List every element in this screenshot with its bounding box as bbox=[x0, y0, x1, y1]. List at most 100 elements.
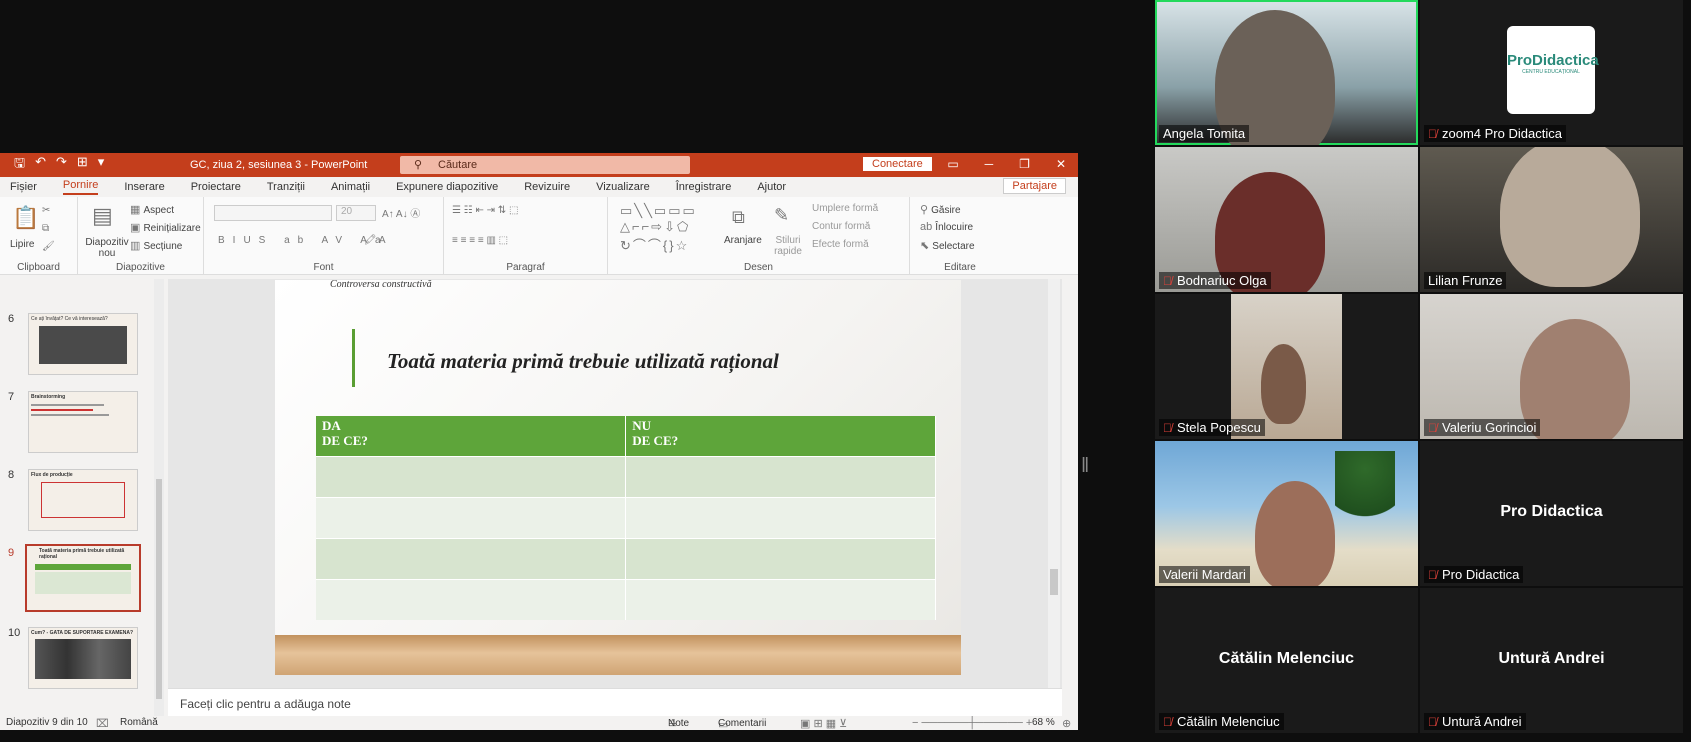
find-button[interactable]: ⚲ Găsire bbox=[920, 203, 961, 216]
cut-icon[interactable]: ✂ bbox=[42, 205, 50, 216]
quick-styles-button[interactable]: Stiluri rapide bbox=[770, 235, 806, 257]
search-box[interactable]: ⚲ Căutare bbox=[400, 156, 690, 174]
thumbnail-slide-10[interactable]: 10 Cum? - GATA DE SUPORTARE EXAMENA? bbox=[0, 627, 150, 695]
shape-fill-button[interactable]: Umplere formă bbox=[812, 203, 878, 214]
notes-pane[interactable]: Faceți clic pentru a adăuga note bbox=[168, 688, 1062, 716]
video-tile-angela-tomita[interactable]: Angela Tomita bbox=[1155, 0, 1418, 145]
participant-name: Angela Tomita bbox=[1159, 125, 1250, 142]
layout-button[interactable]: ▦ Aspect bbox=[130, 203, 174, 216]
canvas-scroll-thumb[interactable] bbox=[1050, 569, 1058, 595]
font-name-combo[interactable] bbox=[214, 205, 332, 221]
format-painter-icon[interactable]: 🖌 bbox=[42, 241, 55, 252]
quick-styles-icon[interactable]: ✎ bbox=[774, 205, 789, 226]
video-tile-pro-didactica[interactable]: Pro Didactica 🎙̸ Pro Didactica bbox=[1420, 441, 1683, 586]
table-cell[interactable] bbox=[316, 455, 627, 497]
thumbnail-slide-9[interactable]: 9 Toată materia primă trebuie utilizată … bbox=[0, 544, 150, 615]
participant-video bbox=[1255, 481, 1335, 586]
arrange-icon[interactable]: ⧉ bbox=[732, 207, 745, 228]
ribbon-display-icon[interactable]: ▭ bbox=[947, 157, 958, 171]
table-cell[interactable] bbox=[625, 537, 936, 579]
video-tile-valeriu-gorincioi[interactable]: 🎙̸ Valeriu Gorincioi bbox=[1420, 294, 1683, 439]
paste-icon[interactable]: 📋 bbox=[12, 205, 39, 231]
drawing-group: ▭╲╲▭▭▭ △⌐⌐⇨⇩⬠ ↻⌒⌒{}☆ ⧉ Aranjare ✎ Stiluri … bbox=[608, 197, 910, 275]
participant-display-name: Cătălin Melenciuc bbox=[1218, 650, 1355, 667]
video-tile-zoom4[interactable]: ProDidactica CENTRU EDUCAȚIONAL 🎙̸ zoom4 … bbox=[1420, 0, 1683, 145]
participant-name: 🎙̸ Bodnariuc Olga bbox=[1159, 272, 1271, 289]
font-size-combo[interactable]: 20 bbox=[336, 205, 376, 221]
new-slide-button[interactable]: Diapozitiv nou bbox=[82, 237, 132, 259]
font-color-icon[interactable]: 🖍 A bbox=[364, 235, 386, 246]
video-tile-valerii-mardari[interactable]: Valerii Mardari bbox=[1155, 441, 1418, 586]
tab-home[interactable]: Pornire bbox=[62, 179, 99, 195]
tab-slideshow[interactable]: Expunere diapozitive bbox=[396, 181, 498, 193]
reset-button[interactable]: ▣ Reinițializare bbox=[130, 221, 201, 234]
align-icon[interactable]: ≡ ≡ ≡ ≡ ▥ ⬚ bbox=[452, 235, 508, 246]
share-button[interactable]: Partajare bbox=[1003, 178, 1066, 194]
language-indicator[interactable]: Română bbox=[120, 717, 158, 728]
redo-icon[interactable]: ↷ bbox=[56, 154, 67, 176]
close-icon[interactable]: ✕ bbox=[1056, 157, 1066, 171]
arrange-button[interactable]: Aranjare bbox=[724, 235, 762, 246]
tab-record[interactable]: Înregistrare bbox=[676, 181, 732, 193]
shape-effects-button[interactable]: Efecte formă bbox=[812, 239, 869, 250]
connect-button[interactable]: Conectare bbox=[863, 157, 932, 171]
select-button[interactable]: ⬉ Selectare bbox=[920, 239, 975, 252]
shape-outline-button[interactable]: Contur formă bbox=[812, 221, 870, 232]
slides-group: ▤ Diapozitiv nou ▦ Aspect ▣ Reinițializa… bbox=[78, 197, 204, 275]
undo-icon[interactable]: ↶ bbox=[35, 154, 46, 176]
zoom-slider[interactable]: − ──────┼────── + bbox=[912, 717, 1032, 729]
shapes-gallery-icon[interactable]: ▭╲╲▭▭▭ △⌐⌐⇨⇩⬠ ↻⌒⌒{}☆ bbox=[620, 203, 697, 254]
save-icon[interactable]: 🖫 bbox=[14, 154, 25, 176]
participant-name-text: Pro Didactica bbox=[1442, 567, 1520, 582]
ribbon: 📋 Lipire ✂ ⧉ 🖌 Clipboard ▤ Diapozitiv no… bbox=[0, 197, 1078, 275]
view-buttons-icons[interactable]: ▣ ⊞ ▦ ⊻ bbox=[800, 717, 847, 730]
thumbnail-photos bbox=[35, 639, 131, 679]
thumbnails-scrollbar[interactable] bbox=[154, 279, 164, 716]
canvas-scrollbar[interactable] bbox=[1048, 279, 1060, 688]
video-tile-untura-andrei[interactable]: Untură Andrei 🎙̸ Untură Andrei bbox=[1420, 588, 1683, 733]
customize-icon[interactable]: ▾ bbox=[98, 154, 105, 176]
table-cell[interactable] bbox=[316, 496, 627, 538]
present-icon[interactable]: ⊞ bbox=[77, 154, 88, 176]
tab-view[interactable]: Vizualizare bbox=[596, 181, 650, 193]
thumbnail-slide-6[interactable]: 6 Ce ați învățat? Ce vă interesează? bbox=[0, 313, 150, 381]
fit-to-window-icon[interactable]: ⊕ bbox=[1062, 717, 1071, 730]
thumbnail-slide-7[interactable]: 7 Brainstorming bbox=[0, 391, 150, 459]
section-button[interactable]: ▥ Secțiune bbox=[130, 239, 182, 252]
copy-icon[interactable]: ⧉ bbox=[42, 223, 49, 234]
muted-mic-icon: 🎙̸ bbox=[1163, 421, 1172, 435]
video-tile-lilian-frunze[interactable]: Lilian Frunze bbox=[1420, 147, 1683, 292]
video-tile-stela-popescu[interactable]: 🎙̸ Stela Popescu bbox=[1155, 294, 1418, 439]
grow-font-icon[interactable]: A↑ A↓ Ⓐ bbox=[382, 205, 420, 220]
participant-name-text: Valerii Mardari bbox=[1163, 567, 1246, 582]
table-cell[interactable] bbox=[625, 578, 936, 620]
current-slide[interactable]: Controversa constructivă Toată materia p… bbox=[275, 280, 961, 675]
tab-file[interactable]: Fișier bbox=[10, 181, 37, 193]
video-tile-catalin-melenciuc[interactable]: Cătălin Melenciuc 🎙̸ Cătălin Melenciuc bbox=[1155, 588, 1418, 733]
tab-review[interactable]: Revizuire bbox=[524, 181, 570, 193]
panel-splitter-handle[interactable]: ‖ bbox=[1081, 455, 1089, 478]
zoom-level[interactable]: 68 % bbox=[1032, 717, 1055, 728]
maximize-icon[interactable]: ❐ bbox=[1019, 157, 1030, 171]
table-cell[interactable] bbox=[316, 578, 627, 620]
minimize-icon[interactable]: ─ bbox=[985, 157, 994, 171]
replace-button[interactable]: ab Înlocuire bbox=[920, 221, 973, 233]
tab-help[interactable]: Ajutor bbox=[757, 181, 786, 193]
accessibility-icon[interactable]: ⌧ bbox=[96, 717, 109, 730]
tab-transitions[interactable]: Tranziții bbox=[267, 181, 305, 193]
table-cell[interactable] bbox=[625, 496, 936, 538]
video-tile-bodnariuc-olga[interactable]: 🎙̸ Bodnariuc Olga bbox=[1155, 147, 1418, 292]
bullets-icon[interactable]: ☰ ☷ ⇤ ⇥ ⇅ ⬚ bbox=[452, 205, 518, 216]
tab-design[interactable]: Proiectare bbox=[191, 181, 241, 193]
paste-button[interactable]: Lipire bbox=[10, 239, 34, 250]
tab-animations[interactable]: Animații bbox=[331, 181, 370, 193]
slide-table[interactable]: DA DE CE? NU DE CE? bbox=[316, 416, 936, 620]
thumbnail-slide-8[interactable]: 8 Flux de producție bbox=[0, 469, 150, 537]
table-cell[interactable] bbox=[316, 537, 627, 579]
notes-placeholder: Faceți clic pentru a adăuga note bbox=[180, 697, 351, 711]
table-cell[interactable] bbox=[625, 455, 936, 497]
thumbnails-scroll-thumb[interactable] bbox=[156, 479, 162, 699]
font-style-icons[interactable]: BIUS ab AV Aa bbox=[218, 235, 389, 246]
new-slide-icon[interactable]: ▤ bbox=[92, 203, 113, 229]
tab-insert[interactable]: Inserare bbox=[124, 181, 164, 193]
